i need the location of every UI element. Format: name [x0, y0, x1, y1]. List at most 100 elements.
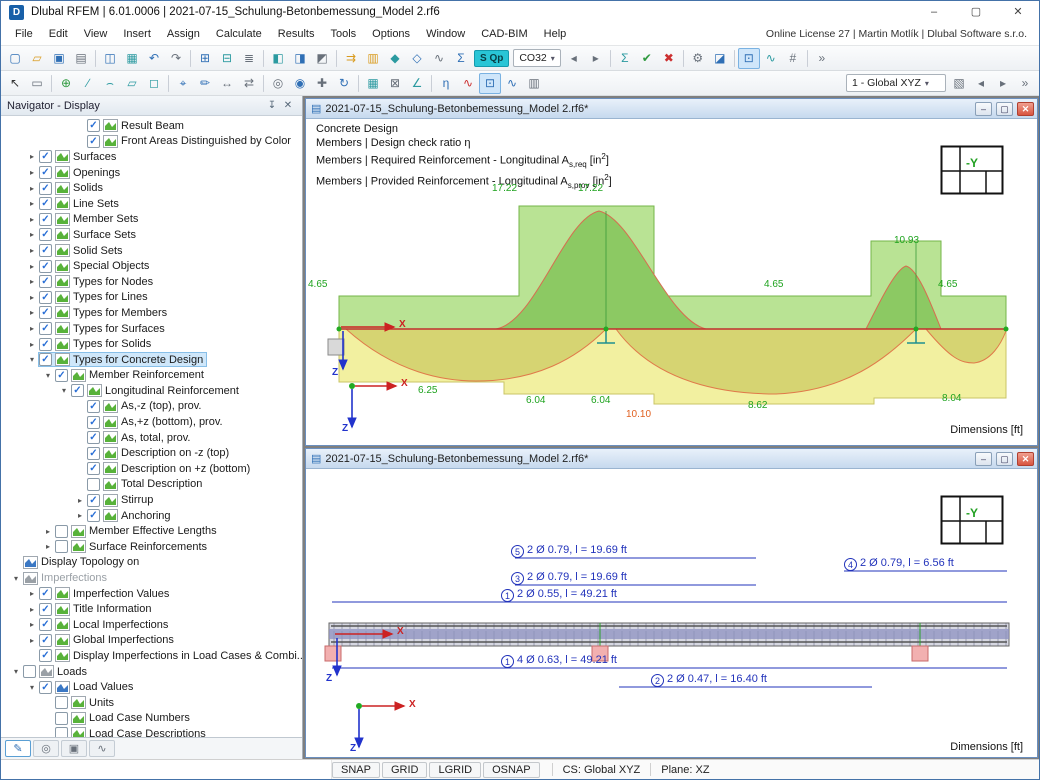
menu-item[interactable]: Results: [270, 25, 323, 43]
checkbox[interactable]: [55, 727, 68, 737]
expander-icon[interactable]: ▾: [25, 355, 39, 364]
undo-icon[interactable]: ↶: [143, 48, 165, 69]
expander-icon[interactable]: ▸: [25, 620, 39, 629]
load-cases-icon[interactable]: ▥: [362, 48, 384, 69]
checkbox[interactable]: [55, 696, 68, 709]
checkbox[interactable]: [23, 665, 36, 678]
select-arrow-icon[interactable]: ↖: [4, 73, 26, 94]
checkbox[interactable]: ✓: [39, 649, 52, 662]
minimize-button[interactable]: –: [975, 102, 992, 116]
draw-node-icon[interactable]: ⊕: [55, 73, 77, 94]
imperfections-icon[interactable]: ∿: [428, 48, 450, 69]
zoom-icon[interactable]: ◎: [267, 73, 289, 94]
tree-item[interactable]: ▾ Loads: [1, 664, 302, 680]
checkbox[interactable]: ✓: [39, 275, 52, 288]
pin-icon[interactable]: ↧: [264, 100, 280, 111]
expander-icon[interactable]: ▸: [25, 636, 39, 645]
checkbox[interactable]: ✓: [39, 228, 52, 241]
view-orientation-icon[interactable]: -Y: [940, 145, 1004, 195]
dimension-icon[interactable]: ∠: [406, 73, 428, 94]
checkbox[interactable]: ✓: [39, 634, 52, 647]
viewport-top-titlebar[interactable]: ▤ 2021-07-15_Schulung-Betonbemessung_Mod…: [306, 99, 1037, 119]
close-button[interactable]: ✕: [1017, 102, 1034, 116]
checkbox[interactable]: ✓: [87, 416, 100, 429]
rotate-view-icon[interactable]: ↻: [333, 73, 355, 94]
tree-item[interactable]: ✓ As, total, prov.: [1, 430, 302, 446]
expander-icon[interactable]: ▸: [25, 589, 39, 598]
render-wireframe-icon[interactable]: ◨: [289, 48, 311, 69]
checkbox[interactable]: ✓: [87, 431, 100, 444]
internal-forces-icon[interactable]: ∿: [457, 73, 479, 94]
copy-icon[interactable]: ◫: [99, 48, 121, 69]
tree-item[interactable]: ▸ ✓ Anchoring: [1, 508, 302, 524]
separator[interactable]: [168, 75, 169, 92]
isometric-view-icon[interactable]: ▧: [948, 73, 970, 94]
minimize-button[interactable]: –: [913, 1, 955, 23]
checkbox[interactable]: ✓: [39, 150, 52, 163]
expander-icon[interactable]: ▾: [25, 683, 39, 692]
tree-item[interactable]: ✓ Front Areas Distinguished by Color: [1, 134, 302, 150]
tree-item[interactable]: ▸ ✓ Solid Sets: [1, 243, 302, 259]
restore-button[interactable]: ▢: [996, 102, 1013, 116]
checkbox[interactable]: ✓: [87, 509, 100, 522]
draw-solid-icon[interactable]: ◻: [143, 73, 165, 94]
checkbox[interactable]: ✓: [39, 322, 52, 335]
tree-item[interactable]: Load Case Numbers: [1, 711, 302, 727]
tree-item[interactable]: ▸ ✓ Local Imperfections: [1, 617, 302, 633]
render-solid-icon[interactable]: ◧: [267, 48, 289, 69]
separator[interactable]: [807, 50, 808, 67]
expander-icon[interactable]: ▾: [41, 371, 55, 380]
work-plane-icon[interactable]: ▦: [362, 73, 384, 94]
tree-item[interactable]: ✓ As,-z (top), prov.: [1, 399, 302, 415]
menu-item[interactable]: Assign: [159, 25, 208, 43]
checkbox[interactable]: ✓: [39, 603, 52, 616]
tree-item[interactable]: ▸ ✓ Solids: [1, 180, 302, 196]
print-icon[interactable]: ▤: [70, 48, 92, 69]
checkbox[interactable]: ✓: [39, 260, 52, 273]
loadcase-prev-icon[interactable]: ◂: [563, 48, 585, 69]
osnap-toggle[interactable]: OSNAP: [483, 762, 540, 778]
draw-surface-icon[interactable]: ▱: [121, 73, 143, 94]
loadcase-combo[interactable]: CO32▾: [513, 49, 560, 67]
tree-item[interactable]: ▸ ✓ Types for Nodes: [1, 274, 302, 290]
checkbox[interactable]: ✓: [39, 587, 52, 600]
tree-item[interactable]: Load Case Descriptions: [1, 726, 302, 737]
checkbox[interactable]: ✓: [55, 369, 68, 382]
expander-icon[interactable]: ▸: [25, 262, 39, 271]
checkbox[interactable]: [55, 540, 68, 553]
checkbox[interactable]: [55, 525, 68, 538]
expander-icon[interactable]: ▸: [41, 527, 55, 536]
display-properties-icon[interactable]: ◪: [709, 48, 731, 69]
navigator-header[interactable]: Navigator - Display ↧ ✕: [1, 96, 302, 116]
tree-item[interactable]: ▸ ✓ Special Objects: [1, 258, 302, 274]
expander-icon[interactable]: ▸: [25, 308, 39, 317]
expander-icon[interactable]: ▸: [25, 340, 39, 349]
concrete-design-view[interactable]: Concrete Design Members | Design check r…: [306, 119, 1037, 445]
checkbox[interactable]: ✓: [87, 119, 100, 132]
pan-icon[interactable]: ✚: [311, 73, 333, 94]
tree-item[interactable]: ✓ Description on +z (bottom): [1, 461, 302, 477]
menu-item[interactable]: View: [76, 25, 116, 43]
loadcase-next-icon[interactable]: ▸: [585, 48, 607, 69]
separator[interactable]: [95, 50, 96, 67]
tree-item[interactable]: ▸ ✓ Types for Solids: [1, 336, 302, 352]
close-button[interactable]: ✕: [1017, 452, 1034, 466]
redo-icon[interactable]: ↷: [165, 48, 187, 69]
tree-item[interactable]: ✓ Display Imperfections in Load Cases & …: [1, 648, 302, 664]
checkbox[interactable]: ✓: [39, 618, 52, 631]
toolbar-overflow-icon[interactable]: »: [1014, 73, 1036, 94]
checkbox[interactable]: ✓: [39, 244, 52, 257]
checkbox[interactable]: ✓: [87, 462, 100, 475]
menu-item[interactable]: Options: [364, 25, 418, 43]
toolbar-overflow-icon[interactable]: »: [811, 48, 833, 69]
checkbox[interactable]: ✓: [39, 166, 52, 179]
menu-item[interactable]: Edit: [41, 25, 76, 43]
close-icon[interactable]: ✕: [280, 100, 296, 111]
deformation-icon[interactable]: ∿: [501, 73, 523, 94]
maximize-button[interactable]: ▢: [955, 1, 997, 23]
active-loadcase-badge[interactable]: S Qp: [474, 50, 509, 67]
checkbox[interactable]: ✓: [39, 306, 52, 319]
select-window-icon[interactable]: ▭: [26, 73, 48, 94]
expander-icon[interactable]: ▾: [57, 386, 71, 395]
design-ratio-icon[interactable]: η: [435, 73, 457, 94]
